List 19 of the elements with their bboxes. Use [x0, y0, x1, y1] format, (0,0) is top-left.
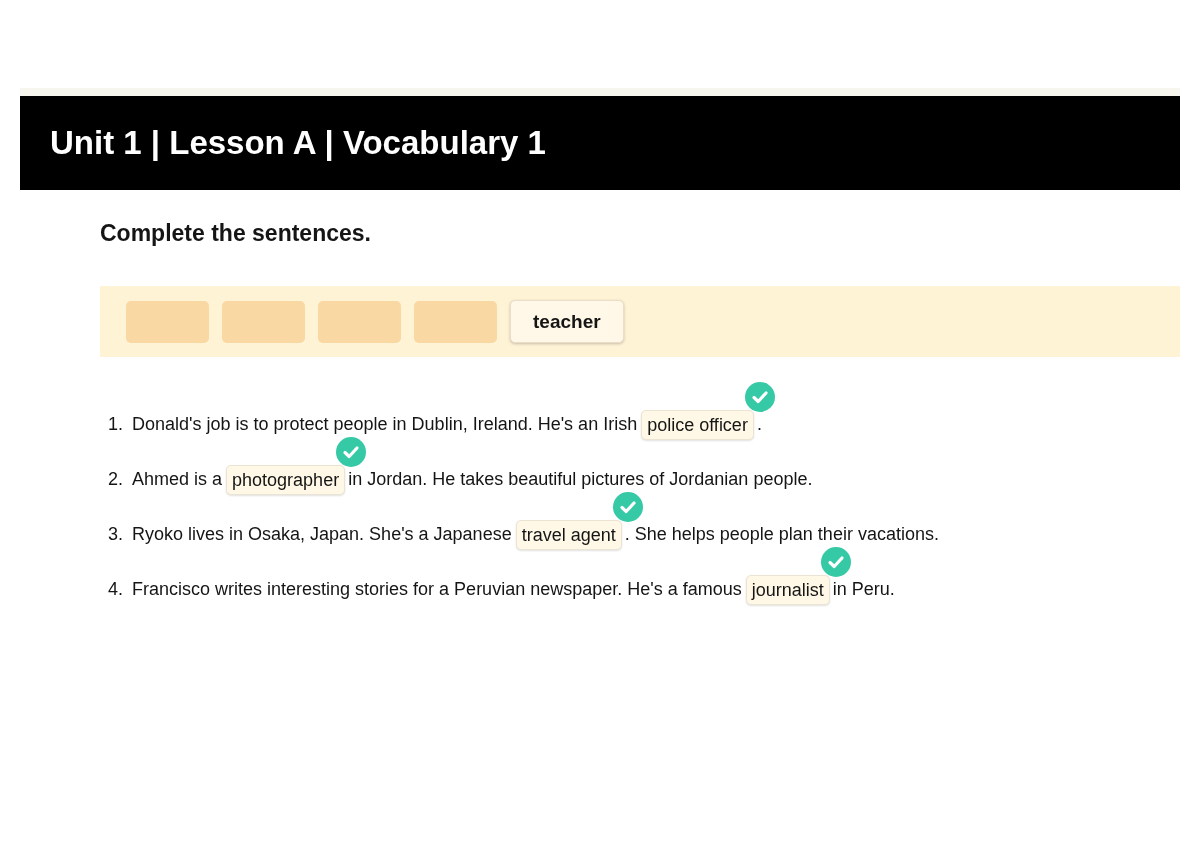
sentence-text: . [756, 414, 762, 435]
item-number: 1. [108, 414, 124, 435]
sentence-text: Ryoko lives in Osaka, Japan. She's a Japanese [132, 524, 512, 545]
sentence-text: in Peru. [832, 579, 895, 600]
answer-box[interactable]: journalist [745, 574, 830, 605]
sentence-text: Francisco writes interesting stories for a Peruvian newspaper. He's a famous [132, 579, 742, 600]
answer-box[interactable]: travel agent [515, 519, 622, 550]
item-number: 2. [108, 469, 124, 490]
answer-box[interactable]: photographer [226, 464, 346, 495]
sentence-text: . She helps people plan their vacations. [624, 524, 939, 545]
instruction-text: Complete the sentences. [100, 220, 371, 246]
sentence-text: in Jordan. He takes beautiful pictures of Jordanian people. [348, 469, 813, 490]
word-chip[interactable]: teacher [510, 300, 624, 343]
sentence-text: Ahmed is a [132, 469, 223, 490]
item-number: 4. [108, 579, 124, 600]
answer-box[interactable]: police officer [641, 409, 754, 440]
sentence-text: Donald's job is to protect people in Dublin, Ireland. He's an Irish [132, 414, 638, 435]
item-number: 3. [108, 524, 124, 545]
lesson-title: Unit 1 | Lesson A | Vocabulary 1 [50, 123, 546, 163]
